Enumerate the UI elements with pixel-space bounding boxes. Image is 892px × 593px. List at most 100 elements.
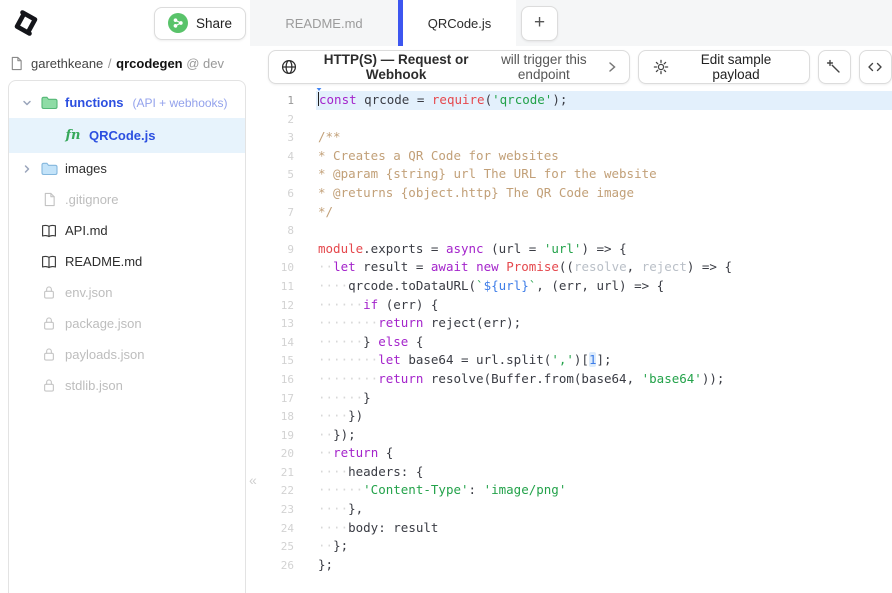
view-code-button[interactable] xyxy=(858,50,892,84)
line-number: 24 xyxy=(280,521,294,535)
sidebar: garethkeane / qrcodegen @ dev functions (… xyxy=(0,46,268,593)
code-line-23[interactable]: 23 ····}, xyxy=(268,500,892,519)
code-line-8[interactable]: 8 xyxy=(268,221,892,240)
code-line-2[interactable]: 2 xyxy=(268,110,892,129)
code-text: ····}, xyxy=(318,501,364,517)
code-line-1[interactable]: 1 const qrcode = require('qrcode'); xyxy=(268,88,892,110)
line-number: 26 xyxy=(280,558,294,572)
code-line-20[interactable]: 20 ··return { xyxy=(268,444,892,463)
book-icon xyxy=(40,224,58,238)
repo-breadcrumb-text: garethkeane / qrcodegen @ dev xyxy=(31,56,224,71)
tree-item-stdlib-json[interactable]: stdlib.json xyxy=(9,370,245,401)
book-icon xyxy=(40,255,58,269)
line-number: 12 xyxy=(280,298,294,312)
code-text: * @param {string} url The URL for the we… xyxy=(318,166,657,182)
tree-item-label: API.md xyxy=(65,223,108,238)
code-text: ··let result = await new Promise((resolv… xyxy=(318,259,732,275)
repo-owner: garethkeane xyxy=(31,55,104,71)
line-number: 11 xyxy=(280,279,294,293)
code-line-22[interactable]: 22 ······'Content-Type': 'image/png' xyxy=(268,481,892,500)
tree-item-label: payloads.json xyxy=(65,347,145,362)
folder-icon xyxy=(40,162,58,176)
code-line-18[interactable]: 18 ····}) xyxy=(268,407,892,426)
code-line-6[interactable]: 6 * @returns {object.http} The QR Code im… xyxy=(268,184,892,203)
code-text: ······'Content-Type': 'image/png' xyxy=(318,482,567,498)
line-number: 14 xyxy=(280,335,294,349)
code-line-3[interactable]: 3 /** xyxy=(268,128,892,147)
tree-item-payloads-json[interactable]: payloads.json xyxy=(9,339,245,370)
code-editor[interactable]: 1 const qrcode = require('qrcode'); 2 3/** 4… xyxy=(268,88,892,593)
top-bar-left: Share xyxy=(0,0,250,46)
line-number: 9 xyxy=(287,242,294,256)
magic-wand-icon xyxy=(826,59,842,75)
code-line-25[interactable]: 25 ··}; xyxy=(268,537,892,556)
line-number: 19 xyxy=(280,428,294,442)
line-number: 18 xyxy=(280,410,294,424)
code-text: ········return resolve(Buffer.from(base6… xyxy=(318,370,725,386)
line-number: 13 xyxy=(280,317,294,331)
code-line-16[interactable]: 16 ········return resolve(Buffer.from(bas… xyxy=(268,370,892,389)
code-text: ····body: result xyxy=(318,519,439,535)
line-number: 21 xyxy=(280,465,294,479)
tab-readme-label: README.md xyxy=(285,15,363,31)
line-number: 5 xyxy=(287,168,294,182)
code-line-11[interactable]: 11 ····qrcode.toDataURL(`${url}`, (err, u… xyxy=(268,277,892,296)
magic-wand-button[interactable] xyxy=(817,50,851,84)
trigger-endpoint-title: HTTP(S) — Request or Webhook xyxy=(323,52,469,82)
tree-item--gitignore[interactable]: .gitignore xyxy=(9,184,245,215)
code-line-21[interactable]: 21 ····headers: { xyxy=(268,463,892,482)
tab-qrcode-js[interactable]: QRCode.js xyxy=(403,0,516,46)
code-line-4[interactable]: 4 * Creates a QR Code for websites xyxy=(268,147,892,166)
globe-icon xyxy=(281,59,297,75)
code-text: * Creates a QR Code for websites xyxy=(318,147,559,163)
code-text: module.exports = async (url = 'url') => … xyxy=(318,240,627,256)
code-line-13[interactable]: 13 ········return reject(err); xyxy=(268,314,892,333)
line-number: 6 xyxy=(287,186,294,200)
line-number: 8 xyxy=(287,224,294,238)
file-icon xyxy=(40,192,58,207)
repo-branch: @ dev xyxy=(186,55,225,71)
file-tree-panel: functions (API + webhooks) fn QRCode.js imag… xyxy=(8,80,246,593)
code-line-26[interactable]: 26}; xyxy=(268,556,892,575)
code-line-9[interactable]: 9 module.exports = async (url = 'url') =>… xyxy=(268,240,892,259)
new-tab-button[interactable]: + xyxy=(521,5,558,41)
line-number: 2 xyxy=(287,112,294,126)
code-line-14[interactable]: 14 ······} else { xyxy=(268,333,892,352)
code-line-10[interactable]: 10 ··let result = await new Promise((reso… xyxy=(268,258,892,277)
code-line-24[interactable]: 24 ····body: result xyxy=(268,519,892,538)
share-button[interactable]: Share xyxy=(153,6,246,40)
line-number: 25 xyxy=(280,540,294,554)
tree-item-package-json[interactable]: package.json xyxy=(9,308,245,339)
tree-item-readme-md[interactable]: README.md xyxy=(9,246,245,277)
code-line-15[interactable]: 15 ········let base64 = url.split(',')[1]… xyxy=(268,351,892,370)
app-logo[interactable] xyxy=(10,7,42,39)
new-tab-wrap: + xyxy=(516,0,558,46)
code-line-12[interactable]: 12 ······if (err) { xyxy=(268,296,892,315)
folder-icon xyxy=(40,96,58,110)
tab-bar: README.md QRCode.js + xyxy=(250,0,892,46)
trigger-endpoint-button[interactable]: HTTP(S) — Request or Webhook will trigge… xyxy=(268,50,631,84)
code-line-7[interactable]: 7 */ xyxy=(268,203,892,222)
line-number: 3 xyxy=(287,131,294,145)
tree-item-qrcode-js[interactable]: fn QRCode.js xyxy=(9,118,245,153)
tab-readme-md[interactable]: README.md xyxy=(250,0,398,46)
lock-icon xyxy=(40,347,58,362)
line-number: 1 xyxy=(287,94,294,107)
code-text: ········let base64 = url.split(',')[1]; xyxy=(318,352,612,368)
tree-item-label: stdlib.json xyxy=(65,378,123,393)
code-line-19[interactable]: 19 ··}); xyxy=(268,426,892,445)
tree-item-api-md[interactable]: API.md xyxy=(9,215,245,246)
tree-item-env-json[interactable]: env.json xyxy=(9,277,245,308)
file-page-icon xyxy=(10,56,23,71)
code-line-17[interactable]: 17 ······} xyxy=(268,389,892,408)
repo-breadcrumb[interactable]: garethkeane / qrcodegen @ dev xyxy=(8,46,268,74)
code-line-5[interactable]: 5 * @param {string} url The URL for the w… xyxy=(268,165,892,184)
tree-item-images[interactable]: images xyxy=(9,153,245,184)
edit-sample-payload-label: Edit sample payload xyxy=(700,52,772,82)
sidebar-collapse-handle[interactable]: « xyxy=(249,472,257,488)
edit-sample-payload-button[interactable]: Edit sample payload xyxy=(638,50,810,84)
lock-icon xyxy=(40,378,58,393)
tree-item-functions[interactable]: functions (API + webhooks) xyxy=(9,87,245,118)
code-text: * @returns {object.http} The QR Code ima… xyxy=(318,184,635,200)
